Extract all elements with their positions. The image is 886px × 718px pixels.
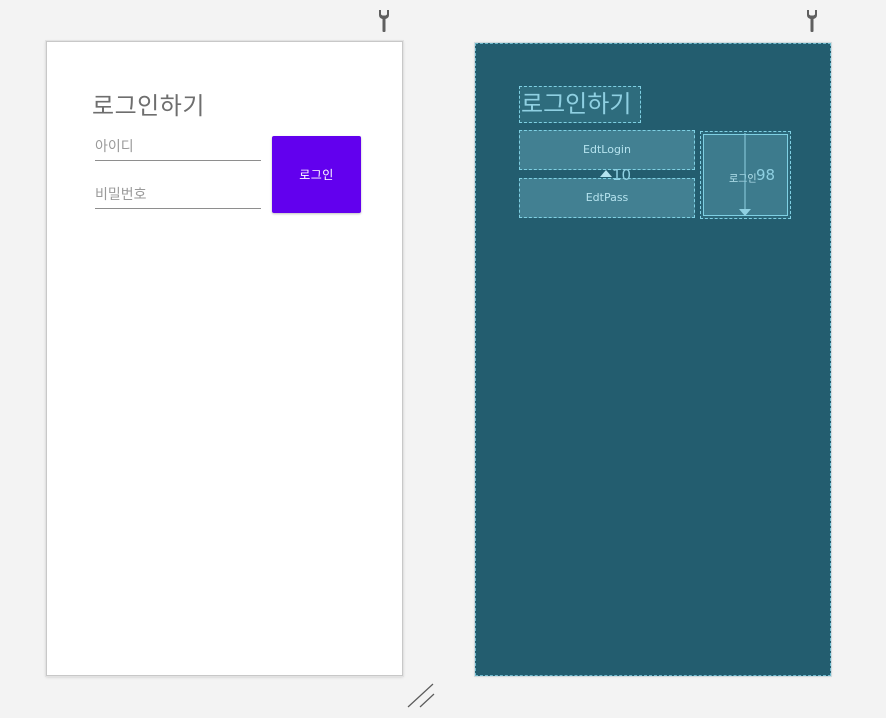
constraint-lines: [600, 133, 751, 216]
resize-handle-icon[interactable]: [407, 682, 435, 708]
wrench-icon[interactable]: [376, 9, 392, 33]
id-input[interactable]: [95, 135, 261, 161]
margin-label-top: 10: [612, 166, 632, 184]
blueprint-preview: 로그인하기 EdtLogin EdtPass 로그인 10 98: [475, 43, 831, 676]
password-input[interactable]: [95, 183, 261, 209]
page-title: 로그인하기: [92, 92, 205, 120]
constraint-arrow-down-icon: [739, 209, 751, 216]
constraint-arrow-up-icon: [600, 170, 612, 177]
wrench-icon[interactable]: [804, 9, 820, 33]
design-preview: 로그인하기 로그인: [46, 41, 403, 676]
margin-label-right: 98: [756, 166, 776, 184]
login-button[interactable]: 로그인: [272, 136, 361, 213]
